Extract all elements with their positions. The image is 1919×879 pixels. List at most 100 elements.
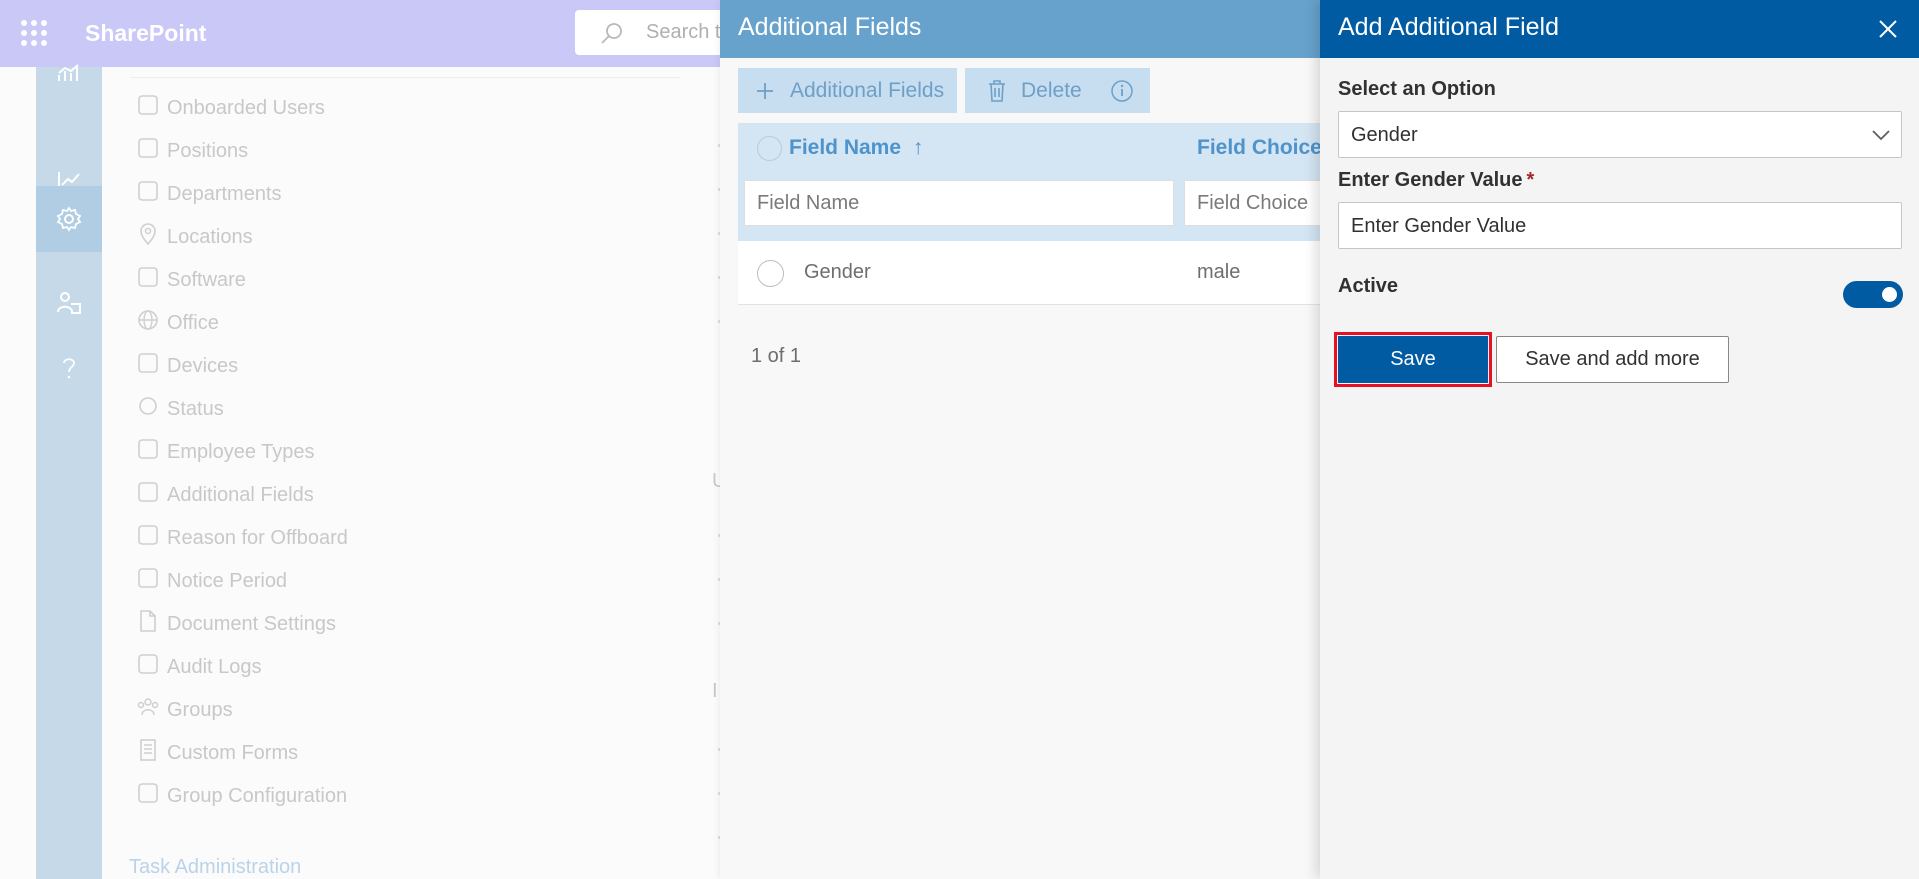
gender-value-label: Enter Gender Value * (1338, 169, 1535, 191)
panel-title: Add Additional Field (1338, 13, 1559, 41)
gender-value-placeholder: Enter Gender Value (1351, 215, 1527, 237)
analytics-icon[interactable] (36, 55, 102, 91)
help-icon[interactable] (36, 338, 102, 398)
positions-icon (136, 136, 160, 166)
field-name-filter-input[interactable]: Field Name (744, 180, 1174, 226)
option-dropdown[interactable]: Gender (1338, 111, 1902, 158)
search-icon (601, 23, 622, 44)
add-additional-field-button[interactable]: Additional Fields (738, 68, 957, 113)
sidebar-item-status[interactable]: Status (136, 393, 224, 425)
chevron-down-icon (1872, 130, 1890, 141)
offboard-icon (136, 523, 160, 553)
sidebar-item-software[interactable]: Software (136, 264, 246, 296)
toggle-thumb (1882, 287, 1897, 302)
add-button-label: Additional Fields (790, 78, 945, 102)
task-administration-heading[interactable]: Task Administration (129, 856, 301, 879)
sidebar-item-label: Status (167, 397, 224, 420)
panel-title: Additional Fields (738, 13, 922, 41)
sidebar-item-audit-logs[interactable]: Audit Logs (136, 651, 262, 683)
required-asterisk: * (1526, 169, 1535, 191)
sort-ascending-icon: ↑ (912, 136, 924, 159)
delete-button-label: Delete (1021, 78, 1082, 102)
sidebar-item-label: Custom Forms (167, 741, 299, 764)
trash-icon (989, 79, 1005, 102)
sidebar-item-office[interactable]: Office (136, 307, 219, 339)
additional-fields-icon (136, 480, 160, 510)
devices-icon (136, 351, 160, 381)
app-rail (36, 64, 102, 879)
search-box[interactable]: Search t (575, 10, 735, 55)
sidebar-item-label: Reason for Offboard (167, 526, 348, 549)
sidebar-item-label: Groups (167, 698, 233, 721)
add-additional-field-panel: Add Additional Field Select an Option Ge… (1320, 0, 1919, 879)
column-header-field-name[interactable]: Field Name ↑ (789, 136, 923, 160)
sidebar-item-label: Document Settings (167, 612, 336, 635)
globe-icon (136, 308, 160, 338)
background-heading-letter: I (712, 680, 718, 702)
sidebar-item-label: Software (167, 268, 246, 291)
app-launcher-icon[interactable] (21, 20, 47, 46)
column-header-field-choice[interactable]: Field Choice (1197, 136, 1322, 160)
employee-types-icon (136, 437, 160, 467)
panel-header: Additional Fields (720, 0, 1320, 58)
form-icon (136, 738, 160, 768)
active-label: Active (1338, 275, 1399, 297)
close-icon[interactable] (1872, 13, 1904, 45)
save-and-add-more-button[interactable]: Save and add more (1496, 336, 1729, 383)
sidebar-item-departments[interactable]: Departments (136, 178, 282, 210)
sidebar-item-locations[interactable]: Locations (136, 221, 253, 253)
select-option-label: Select an Option (1338, 78, 1496, 100)
departments-icon (136, 179, 160, 209)
info-icon[interactable] (1110, 79, 1134, 103)
sidebar-item-label: Office (167, 311, 219, 334)
panel-header: Add Additional Field (1320, 0, 1919, 58)
groups-icon (136, 695, 160, 725)
sidebar-item-label: Devices (167, 354, 239, 377)
app-title[interactable]: SharePoint (85, 20, 206, 47)
sidebar-item-custom-forms[interactable]: Custom Forms (136, 737, 298, 769)
user-admin-icon[interactable] (36, 273, 102, 333)
sidebar-item-document-settings[interactable]: Document Settings (136, 608, 336, 640)
audit-log-icon (136, 652, 160, 682)
sidebar-item-groups[interactable]: Groups (136, 694, 233, 726)
sidebar-item-additional-fields[interactable]: Additional Fields (136, 479, 314, 511)
row-select-checkbox[interactable] (757, 260, 784, 287)
sidebar-item-devices[interactable]: Devices (136, 350, 238, 382)
sidebar-item-notice-period[interactable]: Notice Period (136, 565, 287, 597)
document-icon (136, 609, 160, 639)
pagination-text: 1 of 1 (751, 345, 802, 367)
cell-field-choice: male (1197, 261, 1241, 283)
sidebar-item-label: Employee Types (167, 440, 315, 463)
group-config-icon (136, 781, 160, 811)
sidebar-item-positions[interactable]: Positions (136, 135, 248, 167)
nav-divider (130, 77, 680, 78)
sidebar-item-label: Notice Period (167, 569, 288, 592)
sidebar-item-label: Onboarded Users (167, 96, 325, 119)
save-button[interactable]: Save (1334, 332, 1492, 387)
calendar-clock-icon (136, 566, 160, 596)
software-icon (136, 265, 160, 295)
search-placeholder: Search t (646, 21, 721, 43)
select-all-checkbox[interactable] (757, 136, 782, 161)
field-choice-filter-input[interactable]: Field Choice (1184, 180, 1320, 226)
sidebar-item-onboarded-users[interactable]: Onboarded Users (136, 92, 325, 124)
sidebar-item-label: Audit Logs (167, 655, 262, 678)
sidebar-item-reason-for-offboard[interactable]: Reason for Offboard (136, 522, 348, 554)
delete-button[interactable]: Delete (965, 68, 1150, 113)
sidebar-item-employee-types[interactable]: Employee Types (136, 436, 315, 468)
sidebar-item-label: Additional Fields (167, 483, 314, 506)
settings-gear-icon[interactable] (36, 186, 102, 252)
location-pin-icon (136, 222, 160, 252)
onboarded-users-icon (136, 93, 160, 123)
sidebar-item-label: Group Configuration (167, 784, 348, 807)
additional-fields-panel: Additional Fields Additional Fields Dele… (720, 0, 1322, 879)
sidebar-item-label: Locations (167, 225, 253, 248)
gender-value-input[interactable]: Enter Gender Value (1338, 202, 1902, 249)
sidebar-item-label: Departments (167, 182, 282, 205)
sidebar-item-label: Positions (167, 139, 249, 162)
status-circle-icon (136, 394, 160, 424)
cell-field-name: Gender (804, 261, 871, 283)
dropdown-selected-value: Gender (1351, 124, 1418, 146)
active-toggle[interactable] (1843, 281, 1903, 308)
sidebar-item-group-configuration[interactable]: Group Configuration (136, 780, 347, 812)
